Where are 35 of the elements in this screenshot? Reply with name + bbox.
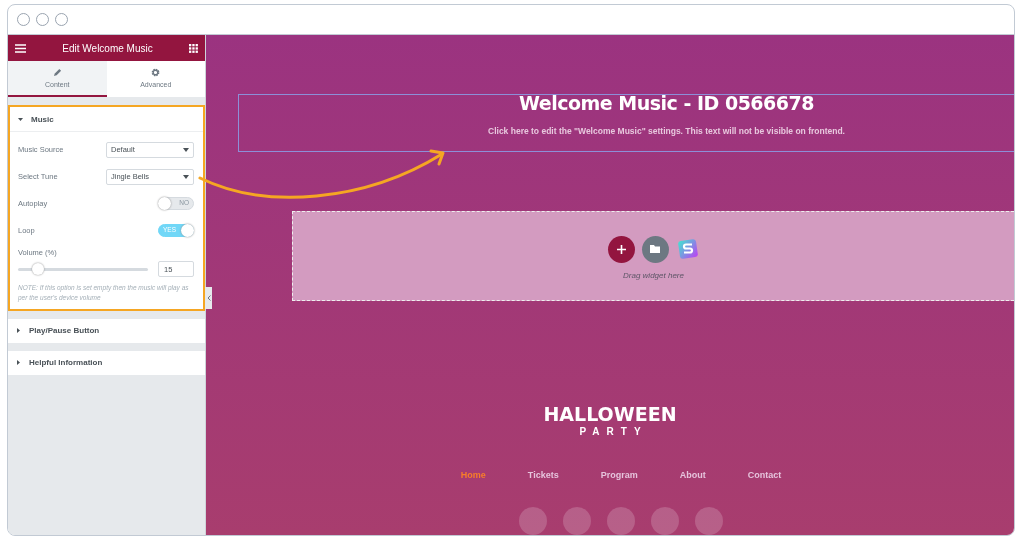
- widget-placeholder[interactable]: Welcome Music - ID 0566678 Click here to edit the "Welcome Music" settings. This text will not be visible on frontend.: [238, 94, 1014, 152]
- menu-icon[interactable]: [15, 43, 26, 53]
- logo-subtitle: PARTY: [578, 427, 648, 437]
- slider-thumb[interactable]: [31, 262, 44, 275]
- template-button[interactable]: [641, 235, 669, 263]
- section-header[interactable]: Helpful Information: [8, 350, 205, 375]
- add-button[interactable]: [607, 235, 635, 263]
- caret-icon: [183, 174, 189, 179]
- collapse-handle[interactable]: [205, 287, 212, 309]
- social-icon[interactable]: [607, 507, 635, 535]
- section-header[interactable]: Play/Pause Button: [8, 318, 205, 343]
- plus-icon: [616, 244, 626, 254]
- gear-icon: [151, 68, 161, 77]
- social-icon[interactable]: [563, 507, 591, 535]
- nav-link[interactable]: Tickets: [527, 470, 559, 480]
- nav-link[interactable]: About: [679, 470, 706, 480]
- caret-icon: [16, 328, 21, 333]
- nav-link[interactable]: Contact: [747, 470, 782, 480]
- widget-title: Welcome Music - ID 0566678: [519, 92, 814, 114]
- caret-icon: [16, 360, 21, 365]
- pencil-icon: [52, 68, 62, 77]
- social-icon[interactable]: [695, 507, 723, 535]
- panel-title: Edit Welcome Music: [62, 42, 153, 54]
- social-icon[interactable]: [519, 507, 547, 535]
- drop-hint: Drag widget here: [623, 270, 684, 280]
- folder-icon: [650, 245, 660, 254]
- chevron-icon: [206, 295, 211, 301]
- caret-icon: [18, 116, 23, 122]
- nav-link[interactable]: Program: [600, 470, 638, 480]
- logo-title: HALLOWEEN: [543, 405, 677, 424]
- section-header[interactable]: Music: [10, 107, 203, 131]
- social-icon[interactable]: [651, 507, 679, 535]
- grid-icon[interactable]: [189, 43, 198, 53]
- widget-hint: Click here to edit the "Welcome Music" settings. This text will not be visible on frontend.: [488, 126, 845, 136]
- caret-icon: [183, 147, 189, 152]
